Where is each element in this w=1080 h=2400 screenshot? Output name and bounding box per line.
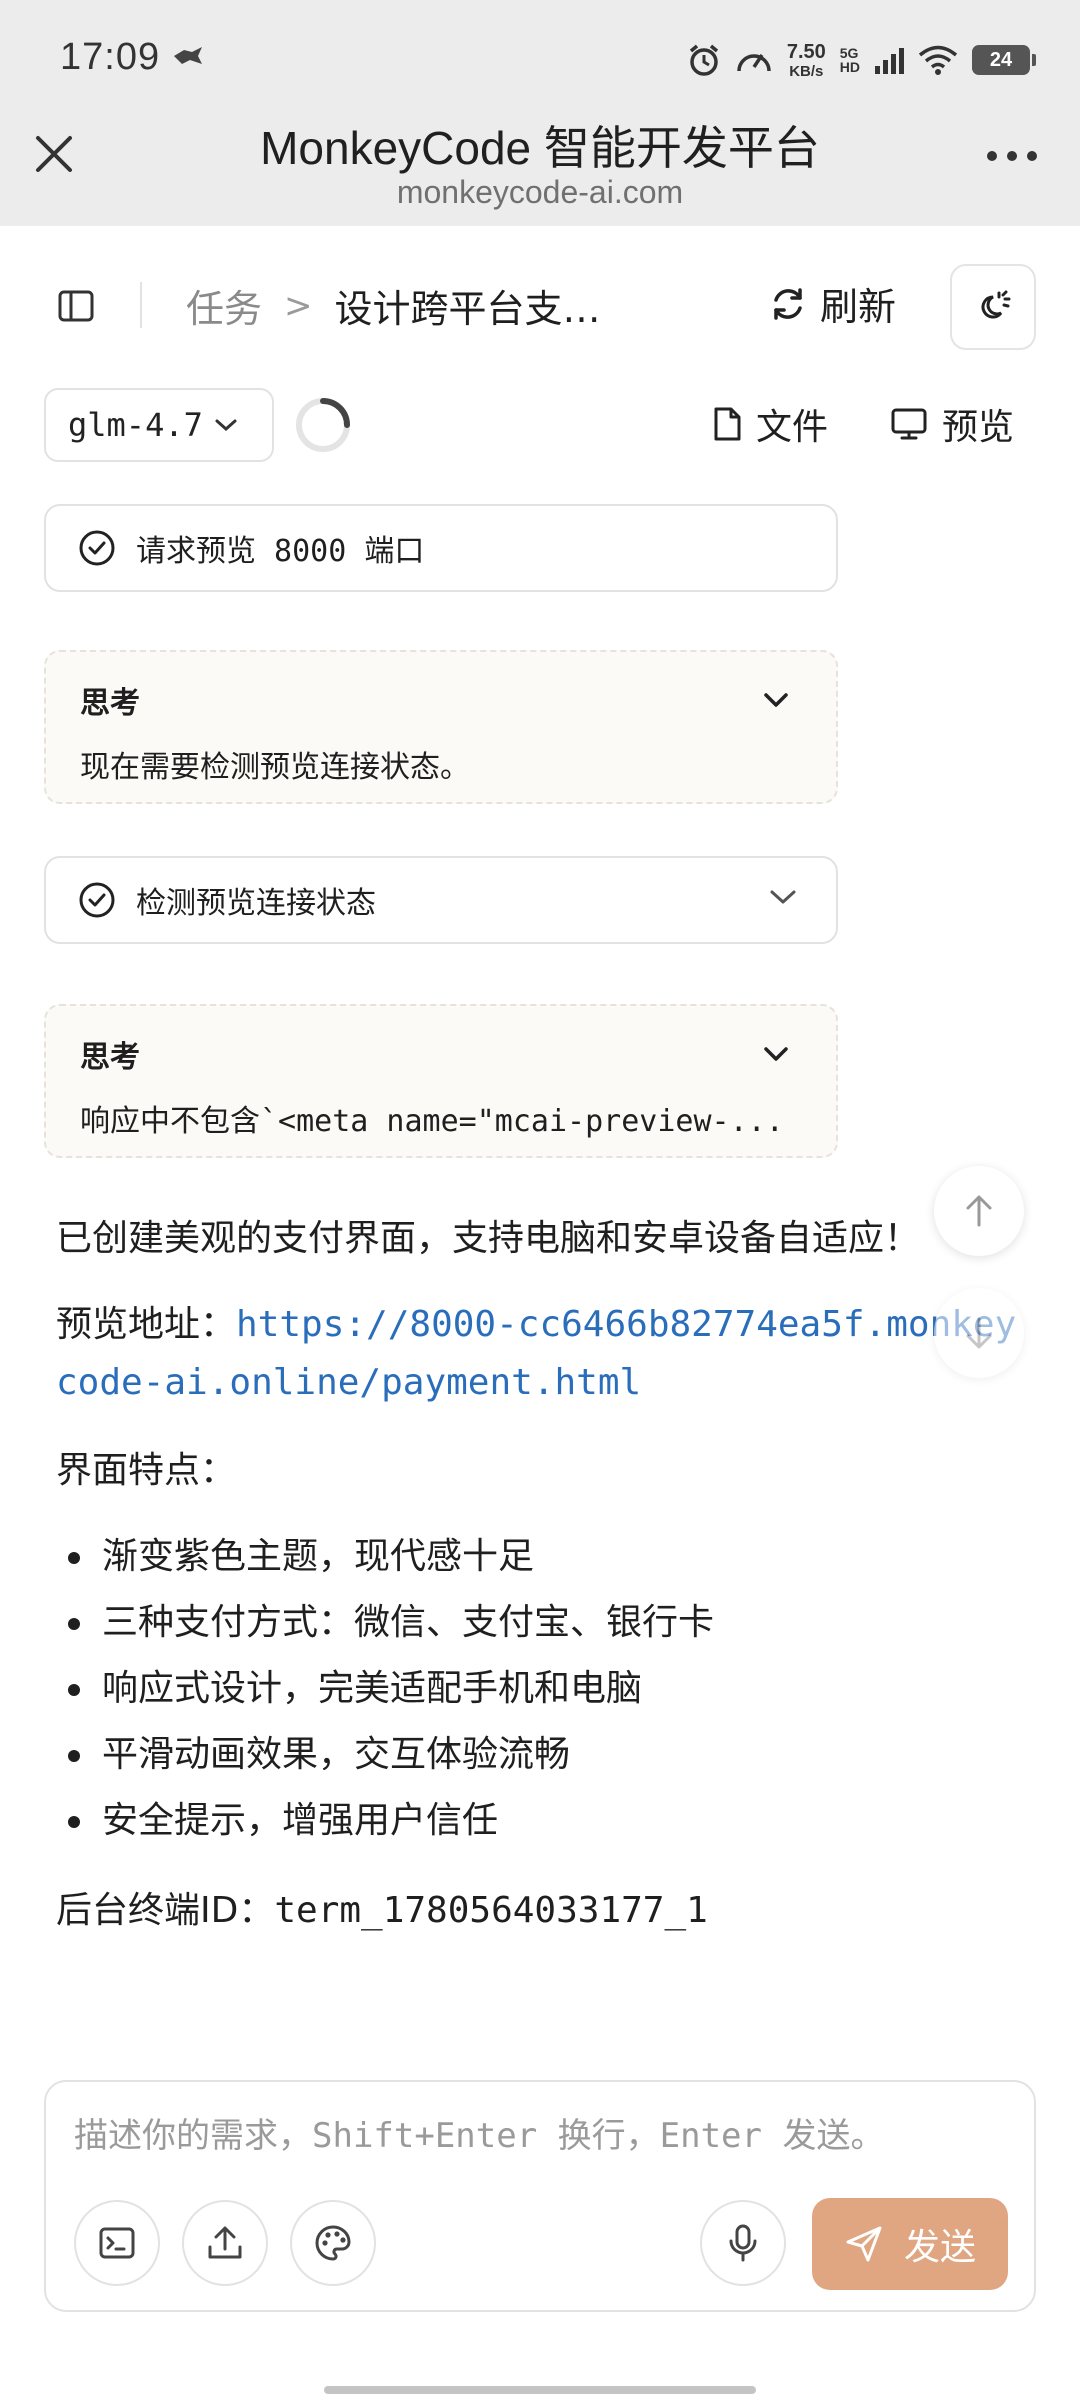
- status-bar: 17:09 7.50 KB/s 5G HD 24: [0, 0, 1080, 118]
- theme-toggle-button[interactable]: [950, 264, 1036, 350]
- preview-button[interactable]: 预览: [890, 398, 1014, 450]
- tool-call-card[interactable]: 检测预览连接状态: [44, 856, 838, 944]
- thinking-card[interactable]: 思考 现在需要检测预览连接状态。: [44, 650, 838, 804]
- tool-call-card[interactable]: 请求预览 8000 端口: [44, 504, 838, 592]
- chevron-down-icon[interactable]: [762, 1044, 790, 1064]
- features-list: 渐变紫色主题，现代感十足 三种支付方式：微信、支付宝、银行卡 响应式设计，完美适…: [56, 1524, 1024, 1854]
- thinking-body: 响应中不包含`<meta name="mcai-preview-...: [80, 1104, 784, 1139]
- app-header: 任务 > 设计跨平台支付... 刷新: [0, 226, 1080, 386]
- breadcrumb-separator: >: [284, 285, 313, 326]
- upload-button[interactable]: [182, 2200, 268, 2286]
- scroll-to-top-button[interactable]: [934, 1166, 1024, 1256]
- chevron-down-icon[interactable]: [768, 886, 798, 908]
- reply-intro: 已创建美观的支付界面，支持电脑和安卓设备自适应！: [56, 1218, 921, 1259]
- preview-address-label: 预览地址：: [56, 1304, 237, 1345]
- message-composer: 发送: [44, 2080, 1036, 2312]
- chevron-down-icon: [215, 419, 237, 432]
- check-circle-icon: [79, 530, 115, 566]
- arrow-down-icon: [966, 1317, 992, 1349]
- preview-label: 预览: [942, 407, 1015, 448]
- model-select[interactable]: glm-4.7: [44, 388, 274, 462]
- wifi-icon: [918, 45, 958, 75]
- net-speed: 7.50 KB/s: [787, 42, 826, 79]
- files-label: 文件: [756, 407, 829, 448]
- list-item: 三种支付方式：微信、支付宝、银行卡: [56, 1590, 1024, 1656]
- palette-icon: [315, 2225, 351, 2261]
- loading-spinner-icon: [296, 398, 350, 452]
- network-type-top: 5G: [839, 45, 859, 61]
- list-item: 渐变紫色主题，现代感十足: [56, 1524, 1024, 1590]
- browser-url: monkeycode-ai.com: [396, 174, 684, 210]
- battery-icon: 24: [972, 45, 1036, 75]
- list-item: 响应式设计，完美适配手机和电脑: [56, 1656, 1024, 1722]
- tool-call-label: 请求预览 8000 端口: [136, 534, 425, 569]
- status-icons: 7.50 KB/s 5G HD 24: [687, 34, 1036, 86]
- alarm-icon: [689, 44, 718, 76]
- more-options-icon[interactable]: [984, 148, 1040, 164]
- file-icon: [714, 407, 741, 441]
- status-time: 17:09: [60, 36, 161, 78]
- files-button[interactable]: 文件: [712, 398, 828, 450]
- refresh-icon: [774, 287, 802, 320]
- terminal-icon: [99, 2227, 135, 2259]
- thinking-body: 现在需要检测预览连接状态。: [80, 750, 470, 785]
- scroll-to-bottom-button[interactable]: [934, 1288, 1024, 1378]
- voice-input-button[interactable]: [700, 2200, 786, 2286]
- network-type: 5G HD: [840, 46, 860, 74]
- theme-icon: [981, 290, 1011, 319]
- terminal-id-value: term_1780564033177_1: [274, 1890, 708, 1931]
- features-label: 界面特点：: [56, 1450, 237, 1491]
- net-speed-value: 7.50: [786, 40, 826, 63]
- thinking-card[interactable]: 思考 响应中不包含`<meta name="mcai-preview-...: [44, 1004, 838, 1158]
- header-divider: [140, 282, 142, 328]
- net-speed-unit: KB/s: [789, 62, 824, 80]
- send-label: 发送: [903, 2226, 976, 2267]
- list-item: 安全提示，增强用户信任: [56, 1788, 1024, 1854]
- microphone-icon: [729, 2224, 757, 2262]
- browser-chrome: 17:09 7.50 KB/s 5G HD 24 MonkeyCode 智能开发…: [0, 0, 1080, 226]
- model-select-value: glm-4.7: [68, 406, 203, 444]
- terminal-button[interactable]: [74, 2200, 160, 2286]
- thinking-title: 思考: [80, 686, 140, 721]
- sidebar-toggle-icon[interactable]: [56, 286, 96, 326]
- thinking-title: 思考: [80, 1040, 140, 1075]
- message-input[interactable]: [74, 2106, 1004, 2166]
- terminal-id-line: 后台终端ID：term_1780564033177_1: [56, 1882, 1024, 1940]
- refresh-label: 刷新: [820, 285, 897, 329]
- reply-preview-line: 预览地址：https://8000-cc6466b82774ea5f.monke…: [56, 1296, 1024, 1412]
- send-icon: [846, 2226, 882, 2262]
- list-item: 平滑动画效果，交互体验流畅: [56, 1722, 1024, 1788]
- send-button[interactable]: 发送: [812, 2198, 1008, 2290]
- upload-icon: [208, 2226, 242, 2259]
- tool-call-label: 检测预览连接状态: [136, 886, 376, 921]
- assistant-reply: 已创建美观的支付界面，支持电脑和安卓设备自适应！ 预览地址：https://80…: [56, 1210, 1024, 1940]
- chevron-down-icon[interactable]: [762, 690, 790, 710]
- monitor-icon: [891, 408, 927, 440]
- network-type-bottom: HD: [839, 59, 860, 75]
- breadcrumb-tasks[interactable]: 任务: [186, 278, 262, 333]
- check-circle-icon: [79, 882, 115, 918]
- browser-title: MonkeyCode 智能开发平台: [260, 122, 820, 174]
- cell-signal-icon: [875, 48, 904, 74]
- arrow-up-icon: [966, 1195, 992, 1227]
- palette-button[interactable]: [290, 2200, 376, 2286]
- breadcrumb: 任务 > 设计跨平台支付...: [186, 278, 635, 333]
- refresh-button[interactable]: 刷新: [768, 276, 896, 331]
- notification-icon: [174, 47, 202, 64]
- speedometer-icon: [737, 54, 771, 72]
- home-indicator[interactable]: [324, 2386, 756, 2394]
- breadcrumb-current-task: 设计跨平台支付...: [334, 287, 635, 331]
- terminal-id-label: 后台终端ID：: [56, 1890, 275, 1931]
